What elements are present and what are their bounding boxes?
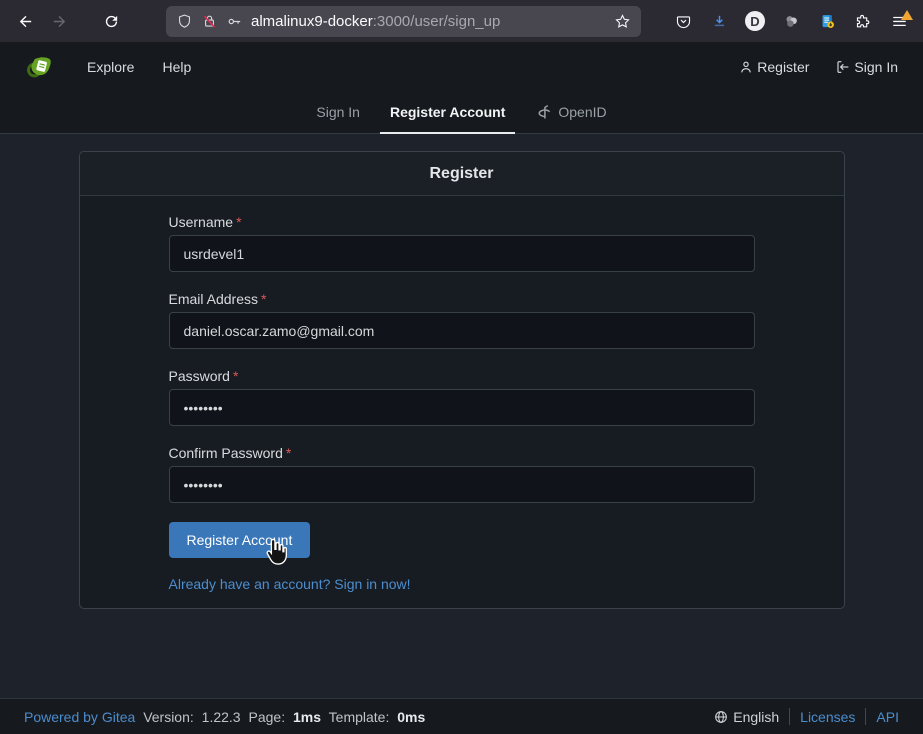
email-input[interactable] xyxy=(169,312,755,349)
d-letter-icon: D xyxy=(745,11,765,31)
nav-sign-in-label: Sign In xyxy=(854,59,898,75)
sign-in-icon xyxy=(835,59,851,75)
back-button[interactable] xyxy=(8,6,42,36)
tab-openid-label: OpenID xyxy=(558,104,606,120)
username-label: Username* xyxy=(169,214,755,230)
page-time-label: Page: xyxy=(249,709,286,725)
confirm-password-label-text: Confirm Password xyxy=(169,445,283,461)
nav-explore[interactable]: Explore xyxy=(73,42,148,92)
url-host: almalinux9-docker xyxy=(251,13,373,30)
back-arrow-icon xyxy=(17,13,34,30)
confirm-password-field-group: Confirm Password* xyxy=(169,445,755,503)
api-link[interactable]: API xyxy=(876,709,899,725)
account-extension-button[interactable]: D xyxy=(739,6,771,36)
url-bar[interactable]: almalinux9-docker:3000/user/sign_up xyxy=(166,6,641,37)
panel-title: Register xyxy=(80,152,844,196)
confirm-password-input[interactable] xyxy=(169,466,755,503)
page-time-value: 1ms xyxy=(293,709,321,725)
globe-icon xyxy=(713,709,729,725)
username-label-text: Username xyxy=(169,214,234,230)
reload-button[interactable] xyxy=(94,6,128,36)
username-field-group: Username* xyxy=(169,214,755,272)
hamburger-menu-button[interactable] xyxy=(883,6,915,36)
footer-left: Powered by Gitea Version: 1.22.3 Page: 1… xyxy=(24,709,429,725)
browser-toolbar: almalinux9-docker:3000/user/sign_up D xyxy=(0,0,923,42)
footer-divider xyxy=(789,708,790,725)
site-navbar: Explore Help Register Sign In xyxy=(0,42,923,92)
openid-icon xyxy=(535,104,552,121)
pocket-button[interactable] xyxy=(667,6,699,36)
email-label-text: Email Address xyxy=(169,291,258,307)
footer-right: English Licenses API xyxy=(713,708,899,725)
footer-divider xyxy=(865,708,866,725)
key-icon[interactable] xyxy=(226,13,243,30)
bookmark-star-icon[interactable] xyxy=(614,13,631,30)
auth-tab-bar: Sign In Register Account OpenID xyxy=(0,92,923,134)
nav-register-label: Register xyxy=(757,59,809,75)
reload-icon xyxy=(103,13,120,30)
shield-icon[interactable] xyxy=(176,13,193,30)
toolbar-extensions-area: D xyxy=(667,6,915,36)
save-page-extension-button[interactable] xyxy=(811,6,843,36)
licenses-link[interactable]: Licenses xyxy=(800,709,855,725)
template-time-label: Template: xyxy=(329,709,390,725)
tab-sign-in[interactable]: Sign In xyxy=(306,92,370,134)
pocket-icon xyxy=(675,13,692,30)
downloadhelper-extension-button[interactable] xyxy=(775,6,807,36)
required-mark: * xyxy=(236,214,241,230)
extensions-button[interactable] xyxy=(847,6,879,36)
insecure-lock-icon[interactable] xyxy=(201,13,218,30)
password-input[interactable] xyxy=(169,389,755,426)
url-text: almalinux9-docker:3000/user/sign_up xyxy=(251,13,500,30)
register-account-button[interactable]: Register Account xyxy=(169,522,311,558)
puzzle-piece-icon xyxy=(855,13,872,30)
nav-help[interactable]: Help xyxy=(148,42,205,92)
tab-openid[interactable]: OpenID xyxy=(525,92,616,134)
browser-window: almalinux9-docker:3000/user/sign_up D xyxy=(0,0,923,734)
grey-circles-icon xyxy=(783,13,800,30)
tab-register-account[interactable]: Register Account xyxy=(380,92,515,134)
powered-by-gitea-link[interactable]: Powered by Gitea xyxy=(24,709,135,725)
gitea-page: Explore Help Register Sign In xyxy=(0,42,923,734)
gitea-logo-icon[interactable] xyxy=(25,52,55,82)
sign-in-now-link[interactable]: Already have an account? Sign in now! xyxy=(169,576,411,592)
nav-register[interactable]: Register xyxy=(738,59,809,75)
main-content: Register Username* Email Address* Passwo… xyxy=(0,134,923,698)
language-selector[interactable]: English xyxy=(713,709,779,725)
document-download-icon xyxy=(819,13,836,30)
confirm-password-label: Confirm Password* xyxy=(169,445,755,461)
email-field-group: Email Address* xyxy=(169,291,755,349)
register-form: Username* Email Address* Password* Confi… xyxy=(80,196,844,608)
required-mark: * xyxy=(286,445,291,461)
required-mark: * xyxy=(233,368,238,384)
download-arrow-icon xyxy=(711,13,728,30)
password-label: Password* xyxy=(169,368,755,384)
alert-badge-icon xyxy=(901,10,913,20)
language-label: English xyxy=(733,709,779,725)
password-field-group: Password* xyxy=(169,368,755,426)
downloads-button[interactable] xyxy=(703,6,735,36)
version-value: 1.22.3 xyxy=(202,709,241,725)
template-time-value: 0ms xyxy=(397,709,425,725)
page-footer: Powered by Gitea Version: 1.22.3 Page: 1… xyxy=(0,698,923,734)
version-label: Version: xyxy=(143,709,194,725)
nav-sign-in[interactable]: Sign In xyxy=(835,59,898,75)
forward-button[interactable] xyxy=(42,6,76,36)
url-path: :3000/user/sign_up xyxy=(373,13,501,30)
username-input[interactable] xyxy=(169,235,755,272)
nav-right: Register Sign In xyxy=(738,59,898,75)
register-panel: Register Username* Email Address* Passwo… xyxy=(79,151,845,609)
required-mark: * xyxy=(261,291,266,307)
email-label: Email Address* xyxy=(169,291,755,307)
person-icon xyxy=(738,59,754,75)
password-label-text: Password xyxy=(169,368,230,384)
forward-arrow-icon xyxy=(51,13,68,30)
